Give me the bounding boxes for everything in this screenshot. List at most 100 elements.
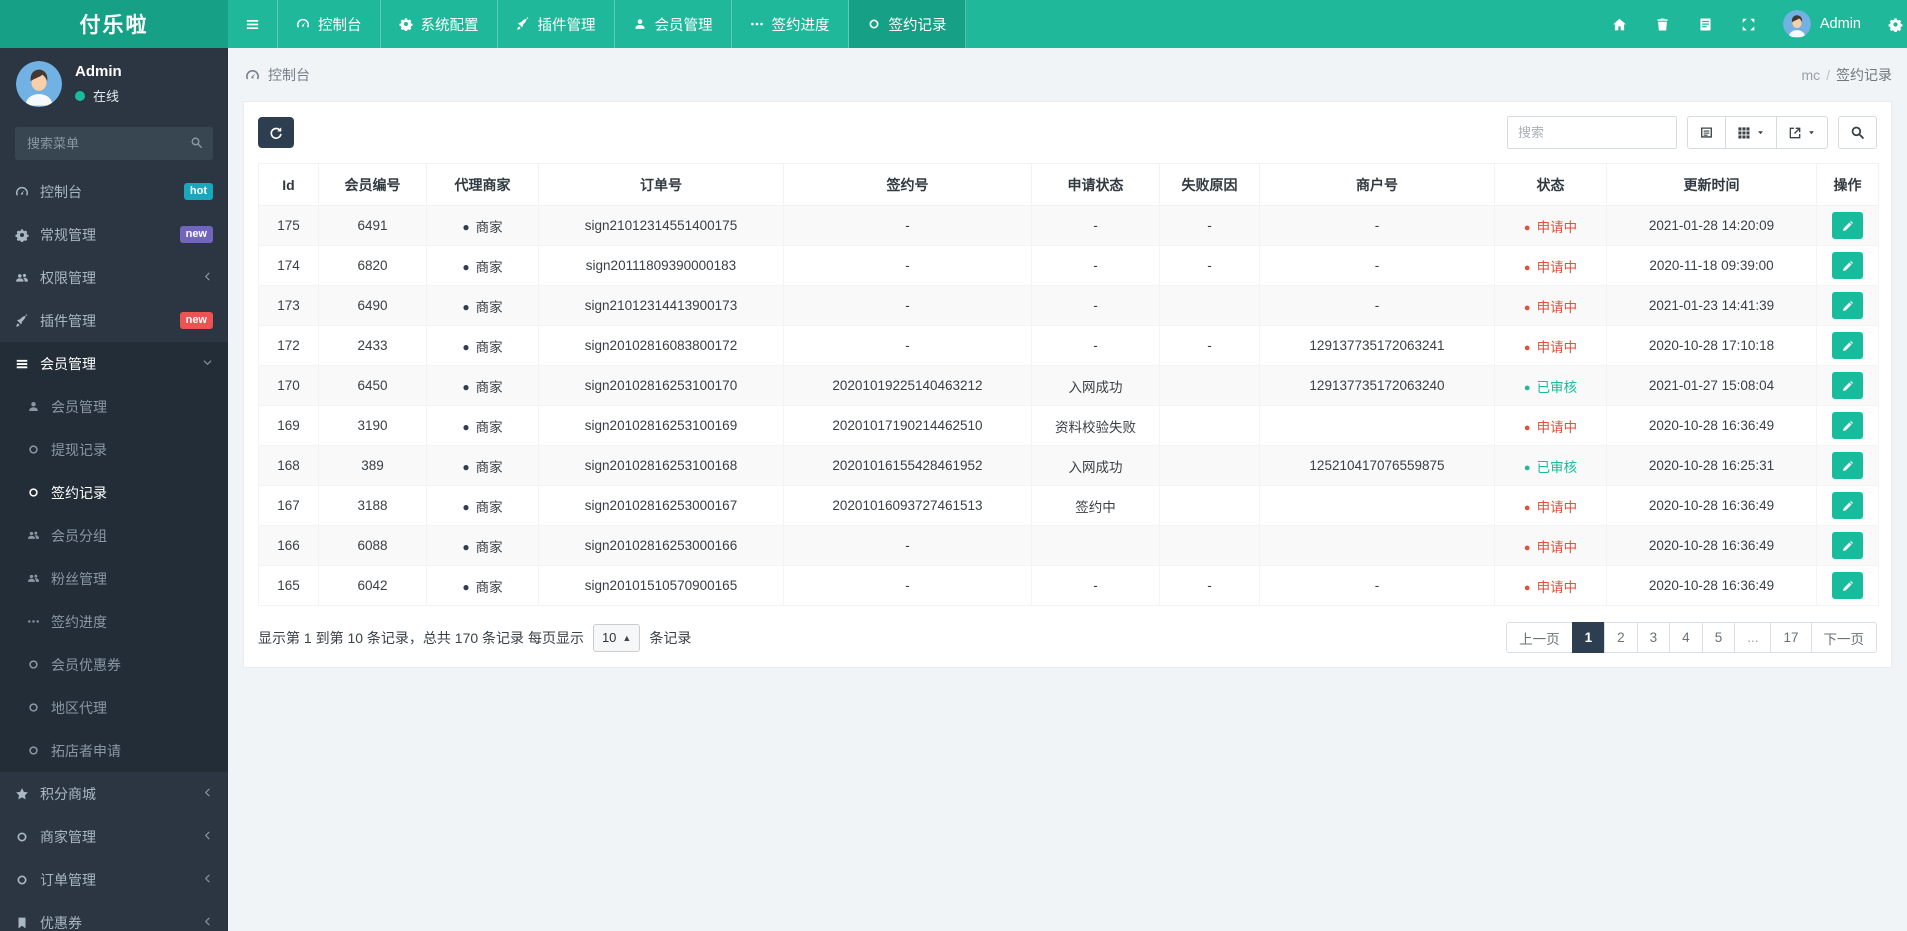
export-button[interactable] <box>1776 116 1828 149</box>
pagination-page[interactable]: 3 <box>1636 622 1671 653</box>
trash-button[interactable] <box>1641 0 1684 48</box>
nav-tab[interactable]: 会员管理 <box>615 0 732 48</box>
cell-sign-no: 20201016155428461952 <box>783 445 1032 486</box>
home-button[interactable] <box>1598 0 1641 48</box>
cell-operations <box>1816 565 1879 606</box>
pagination-page[interactable]: 1 <box>1571 622 1606 653</box>
log-button[interactable] <box>1684 0 1727 48</box>
sidebar-subitem[interactable]: 提现记录 <box>0 428 228 471</box>
edit-button[interactable] <box>1832 252 1863 279</box>
chevron-left-icon <box>202 916 213 930</box>
circle-icon <box>27 744 51 757</box>
status-badge: 申请中 <box>1536 539 1578 555</box>
sidebar-item[interactable]: 订单管理 <box>0 858 228 901</box>
user-menu[interactable]: Admin <box>1770 10 1874 38</box>
cell-merchant-no <box>1259 525 1495 566</box>
cell-member: 6450 <box>318 365 427 406</box>
edit-button[interactable] <box>1832 572 1863 599</box>
sidebar-subitem[interactable]: 地区代理 <box>0 686 228 729</box>
status-badge: 申请中 <box>1536 579 1578 595</box>
user-icon <box>27 400 51 413</box>
nav-tabs: 控制台 系统配置 插件管理 会员管理 签约进度 签约记录 <box>228 0 966 48</box>
sidebar-subitem[interactable]: 粉丝管理 <box>0 557 228 600</box>
sidebar-subitem-label: 会员优惠券 <box>51 656 121 673</box>
sidebar-toggle-button[interactable] <box>228 0 278 48</box>
agent-dot-icon: ● <box>462 459 470 474</box>
cell-apply-status: - <box>1031 325 1160 366</box>
pagination-page[interactable]: 17 <box>1770 622 1812 653</box>
edit-button[interactable] <box>1832 292 1863 319</box>
menu-search-input[interactable] <box>15 127 213 160</box>
nav-tab-label: 插件管理 <box>537 17 596 34</box>
cell-updated: 2021-01-27 15:08:04 <box>1606 365 1817 406</box>
cell-merchant-no <box>1259 405 1495 446</box>
cell-sign-no: - <box>783 205 1032 246</box>
pagination-next[interactable]: 下一页 <box>1810 622 1877 653</box>
sidebar-subitem[interactable]: 会员优惠券 <box>0 643 228 686</box>
edit-button[interactable] <box>1832 212 1863 239</box>
sidebar-subitem-label: 粉丝管理 <box>51 570 107 587</box>
bookmark-icon <box>15 916 40 930</box>
summary-suffix: 条记录 <box>649 629 692 646</box>
chevleft-icon <box>202 830 213 841</box>
circle-icon <box>867 17 881 31</box>
cell-member: 6490 <box>318 285 427 326</box>
nav-tab[interactable]: 签约进度 <box>732 0 849 48</box>
sidebar-item[interactable]: 商家管理 <box>0 815 228 858</box>
edit-button[interactable] <box>1832 532 1863 559</box>
detail-view-button[interactable] <box>1687 116 1726 149</box>
circle-icon <box>27 486 51 499</box>
edit-button[interactable] <box>1832 452 1863 479</box>
sidebar-subitem[interactable]: 会员管理 <box>0 385 228 428</box>
log-icon <box>1698 17 1713 32</box>
nav-tab-label: 会员管理 <box>654 17 713 34</box>
edit-button[interactable] <box>1832 412 1863 439</box>
edit-button[interactable] <box>1832 372 1863 399</box>
search-button[interactable] <box>1838 116 1877 149</box>
agent-label: 商家 <box>475 579 503 595</box>
column-header: 订单号 <box>538 163 784 206</box>
sidebar-item[interactable]: 权限管理 <box>0 256 228 299</box>
columns-grid-icon <box>1737 126 1751 140</box>
nav-tab[interactable]: 插件管理 <box>498 0 615 48</box>
chevron-left-icon <box>202 787 213 801</box>
nav-tab[interactable]: 控制台 <box>278 0 381 48</box>
cell-merchant-no <box>1259 485 1495 526</box>
menu-group: 插件管理 new <box>0 299 228 342</box>
pagination-prev[interactable]: 上一页 <box>1506 622 1573 653</box>
cell-apply-status: - <box>1031 285 1160 326</box>
columns-button[interactable] <box>1725 116 1777 149</box>
sidebar-item[interactable]: 会员管理 <box>0 342 228 385</box>
sidebar-subitem[interactable]: 签约记录 <box>0 471 228 514</box>
pagination-page[interactable]: 5 <box>1701 622 1736 653</box>
menu-group: 权限管理 <box>0 256 228 299</box>
breadcrumb-dashboard-link[interactable]: 控制台 <box>245 65 310 85</box>
pagination-page[interactable]: 4 <box>1669 622 1703 653</box>
sidebar-subitem[interactable]: 会员分组 <box>0 514 228 557</box>
pagination-page[interactable]: 2 <box>1604 622 1638 653</box>
sidebar-subitem[interactable]: 签约进度 <box>0 600 228 643</box>
expand-button[interactable] <box>1727 0 1770 48</box>
settings-button[interactable] <box>1874 0 1907 48</box>
cell-agent: ● 商家 <box>426 325 539 366</box>
nav-tab-label: 签约记录 <box>888 17 947 34</box>
nav-tab-label: 控制台 <box>318 17 362 34</box>
sidebar-item[interactable]: 积分商城 <box>0 772 228 815</box>
cell-order: sign20102816253100168 <box>538 445 784 486</box>
cell-agent: ● 商家 <box>426 525 539 566</box>
cell-apply-status: 入网成功 <box>1031 365 1160 406</box>
sidebar-item[interactable]: 控制台 hot <box>0 170 228 213</box>
sidebar-item[interactable]: 优惠券 <box>0 901 228 931</box>
cell-fail-reason: - <box>1159 325 1260 366</box>
sidebar-item[interactable]: 插件管理 new <box>0 299 228 342</box>
edit-button[interactable] <box>1832 492 1863 519</box>
nav-tab[interactable]: 系统配置 <box>381 0 498 48</box>
refresh-button[interactable] <box>258 117 294 148</box>
nav-tab[interactable]: 签约记录 <box>848 0 966 48</box>
sidebar-subitem[interactable]: 拓店者申请 <box>0 729 228 772</box>
table-search-input[interactable] <box>1507 116 1677 149</box>
edit-button[interactable] <box>1832 332 1863 359</box>
page-size-select[interactable]: 10 ▲ <box>592 623 641 652</box>
sidebar-item[interactable]: 常规管理 new <box>0 213 228 256</box>
column-header: 代理商家 <box>426 163 539 206</box>
